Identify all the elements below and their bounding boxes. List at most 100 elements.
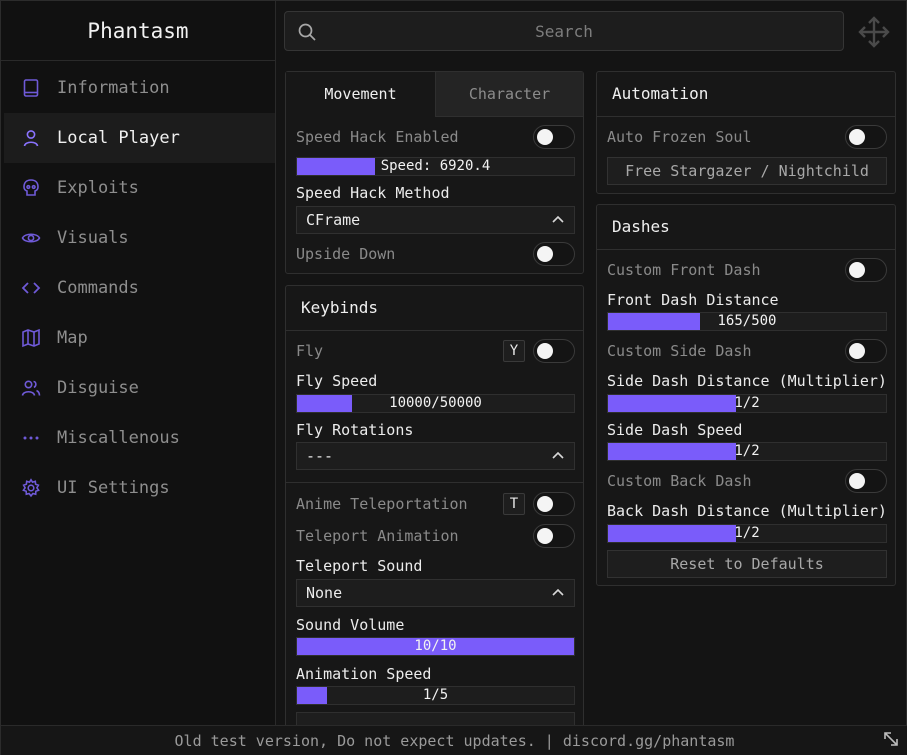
sound-volume-slider[interactable]: 10/10 xyxy=(296,637,575,656)
free-stargazer-button[interactable]: Free Stargazer / Nightchild xyxy=(607,157,887,185)
anime-teleportation-toggle[interactable] xyxy=(533,492,575,516)
back-dash-distance-label: Back Dash Distance (Multiplier) xyxy=(607,502,887,520)
sidebar-item-miscallenous[interactable]: Miscallenous xyxy=(4,413,275,463)
sidebar-item-visuals[interactable]: Visuals xyxy=(4,213,275,263)
fly-speed-label: Fly Speed xyxy=(296,372,378,390)
map-icon xyxy=(21,328,41,348)
sidebar-item-label: Commands xyxy=(57,278,139,298)
slider-value: 10/10 xyxy=(414,638,457,654)
teleport-animation-row: Teleport Animation xyxy=(296,523,575,549)
upside-down-toggle[interactable] xyxy=(533,242,575,266)
toggle-knob xyxy=(537,343,553,359)
toggle-knob xyxy=(537,496,553,512)
dashes-panel: Dashes Custom Front Dash Front Dash Dist… xyxy=(596,204,896,586)
sidebar-item-local-player[interactable]: Local Player xyxy=(4,113,275,163)
code-icon xyxy=(21,278,41,298)
front-dash-distance-label: Front Dash Distance xyxy=(607,291,779,309)
sidebar-item-label: Local Player xyxy=(57,128,180,148)
fly-speed-row: Fly Speed xyxy=(296,368,575,394)
teleport-animation-toggle[interactable] xyxy=(533,524,575,548)
sidebar-item-commands[interactable]: Commands xyxy=(4,263,275,313)
resize-icon[interactable] xyxy=(882,730,900,748)
side-dash-distance-label: Side Dash Distance (Multiplier) xyxy=(607,372,887,390)
speed-slider[interactable]: Speed: 6920.4 xyxy=(296,157,575,176)
back-dash-distance-row: Back Dash Distance (Multiplier) xyxy=(607,498,887,524)
sidebar-item-label: Miscallenous xyxy=(57,428,180,448)
sidebar: Phantasm Information Local Player Exploi… xyxy=(1,1,276,725)
side-dash-speed-slider[interactable]: 1/2 xyxy=(607,442,887,461)
move-icon[interactable] xyxy=(857,15,891,49)
fly-keybind[interactable]: Y xyxy=(503,340,525,362)
speed-hack-enabled-label: Speed Hack Enabled xyxy=(296,128,459,146)
upside-down-label: Upside Down xyxy=(296,245,396,263)
sidebar-item-disguise[interactable]: Disguise xyxy=(4,363,275,413)
slider-value: 1/5 xyxy=(422,687,449,703)
fly-speed-slider[interactable]: 10000/50000 xyxy=(296,394,575,413)
status-bar: Old test version, Do not expect updates.… xyxy=(1,725,907,755)
reset-to-defaults-button[interactable]: Reset to Defaults xyxy=(607,550,887,578)
dropdown-value: CFrame xyxy=(306,211,361,229)
ellipsis-icon xyxy=(21,428,41,448)
eye-icon xyxy=(21,228,41,248)
custom-front-dash-toggle[interactable] xyxy=(845,258,887,282)
back-dash-distance-slider[interactable]: 1/2 xyxy=(607,524,887,543)
side-dash-distance-slider[interactable]: 1/2 xyxy=(607,394,887,413)
sound-volume-row: Sound Volume xyxy=(296,612,575,638)
sidebar-item-information[interactable]: Information xyxy=(4,63,275,113)
automation-panel: Automation Auto Frozen Soul Free Stargaz… xyxy=(596,71,896,194)
sidebar-item-label: UI Settings xyxy=(57,478,170,498)
divider xyxy=(286,482,583,483)
sidebar-item-map[interactable]: Map xyxy=(4,313,275,363)
slider-value: 165/500 xyxy=(717,313,777,329)
animation-speed-slider[interactable]: 1/5 xyxy=(296,686,575,705)
book-icon xyxy=(21,78,41,98)
teleport-sound-label: Teleport Sound xyxy=(296,557,423,575)
animation-speed-row: Animation Speed xyxy=(296,661,575,687)
gear-icon xyxy=(21,478,41,498)
speed-hack-method-dropdown[interactable]: CFrame xyxy=(296,206,575,234)
tab-movement[interactable]: Movement xyxy=(286,72,436,117)
search-input[interactable]: Search xyxy=(285,12,843,52)
sidebar-item-ui-settings[interactable]: UI Settings xyxy=(4,463,275,513)
toggle-knob xyxy=(537,129,553,145)
teleport-sound-dropdown[interactable]: None xyxy=(296,579,575,607)
animation-speed-label: Animation Speed xyxy=(296,665,432,683)
fly-rotations-dropdown[interactable]: --- xyxy=(296,442,575,470)
custom-side-dash-toggle[interactable] xyxy=(845,339,887,363)
auto-frozen-soul-toggle[interactable] xyxy=(845,125,887,149)
sidebar-item-label: Exploits xyxy=(57,178,139,198)
sidebar-item-exploits[interactable]: Exploits xyxy=(4,163,275,213)
tab-character[interactable]: Character xyxy=(436,72,583,117)
teleport-animation-label: Teleport Animation xyxy=(296,527,459,545)
keybinds-panel: Keybinds Fly Y Fly Speed 10000/50000 Fly… xyxy=(285,285,584,725)
toggle-knob xyxy=(849,129,865,145)
custom-back-dash-row: Custom Back Dash xyxy=(607,468,887,494)
sidebar-item-label: Visuals xyxy=(57,228,129,248)
toggle-knob xyxy=(849,473,865,489)
movement-panel: Movement Character Speed Hack Enabled Sp… xyxy=(285,71,584,274)
speed-hack-enabled-toggle[interactable] xyxy=(533,125,575,149)
custom-side-dash-row: Custom Side Dash xyxy=(607,338,887,364)
fly-toggle[interactable] xyxy=(533,339,575,363)
custom-front-dash-row: Custom Front Dash xyxy=(607,257,887,283)
fly-rotations-label: Fly Rotations xyxy=(296,421,414,439)
toggle-knob xyxy=(537,528,553,544)
auto-frozen-soul-row: Auto Frozen Soul xyxy=(607,124,887,150)
fly-rotations-row: Fly Rotations xyxy=(296,417,575,443)
keybinds-title: Keybinds xyxy=(286,286,583,331)
side-dash-speed-label: Side Dash Speed xyxy=(607,421,743,439)
chevron-up-icon xyxy=(552,451,564,459)
search-bar[interactable]: Search xyxy=(284,11,844,51)
sidebar-item-label: Map xyxy=(57,328,88,348)
custom-back-dash-toggle[interactable] xyxy=(845,469,887,493)
teleport-sound-row: Teleport Sound xyxy=(296,553,575,579)
speed-hack-enabled-row: Speed Hack Enabled xyxy=(296,124,575,150)
upside-down-row: Upside Down xyxy=(296,241,575,267)
chevron-up-icon xyxy=(552,588,564,596)
sidebar-item-label: Information xyxy=(57,78,170,98)
automation-title: Automation xyxy=(597,72,895,117)
custom-back-dash-label: Custom Back Dash xyxy=(607,472,752,490)
front-dash-distance-slider[interactable]: 165/500 xyxy=(607,312,887,331)
anime-teleportation-keybind[interactable]: T xyxy=(503,493,525,515)
toggle-knob xyxy=(537,246,553,262)
